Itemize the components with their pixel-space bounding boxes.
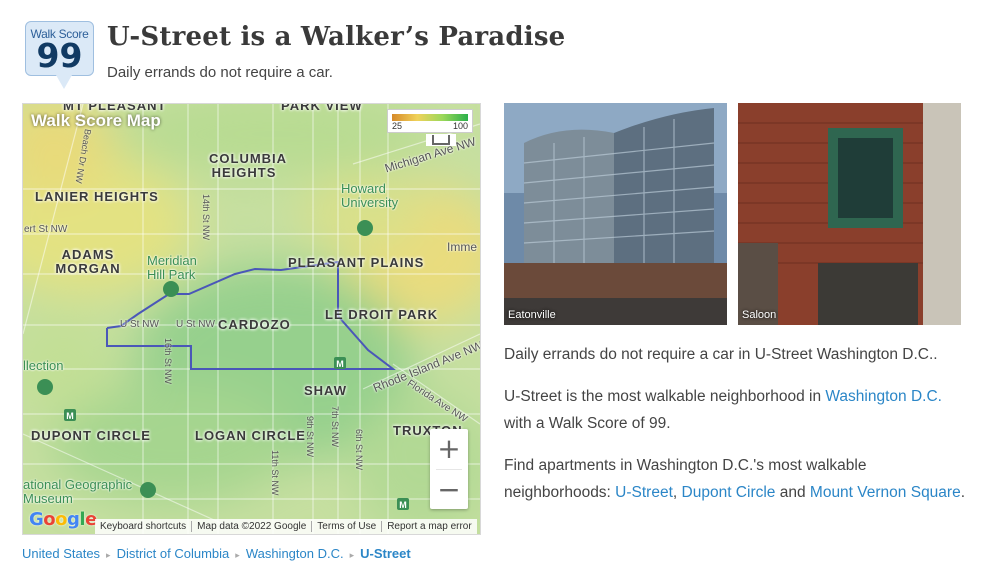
u-street-link[interactable]: U-Street — [615, 484, 673, 501]
map-label-cardozo: CARDOZO — [218, 317, 291, 332]
map-title: Walk Score Map — [31, 111, 161, 130]
walk-score-map[interactable]: M M M Walk Score Map 25 100 MT PLEASANT … — [22, 103, 481, 535]
map-label-lanier-heights: LANIER HEIGHTS — [35, 189, 159, 204]
map-label-dupont-circle: DUPONT CIRCLE — [31, 428, 151, 443]
description-paragraph-3: Find apartments in Washington D.C.'s mos… — [504, 457, 966, 501]
street-6th: 6th St NW — [354, 429, 364, 471]
breadcrumb-united-states[interactable]: United States — [22, 546, 100, 561]
map-label-le-droit-park: LE DROIT PARK — [325, 307, 439, 322]
map-place-illection: llection — [23, 358, 64, 373]
report-map-error-link[interactable]: Report a map error — [381, 521, 476, 532]
map-attribution: Keyboard shortcuts Map data ©2022 Google… — [95, 519, 477, 534]
svg-text:M: M — [336, 359, 344, 369]
map-label-shaw: SHAW — [304, 383, 347, 398]
street-9th: 9th St NW — [305, 416, 315, 458]
breadcrumb-district-of-columbia[interactable]: District of Columbia — [117, 546, 230, 561]
map-place-natgeo: ational Geographic Museum — [23, 477, 133, 506]
map-zoom-control: + − — [430, 429, 468, 509]
terms-of-use-link[interactable]: Terms of Use — [311, 521, 381, 532]
street-ert-st: ert St NW — [24, 224, 68, 235]
dupont-circle-link[interactable]: Dupont Circle — [682, 484, 776, 501]
map-label-adams-morgan: ADAMS MORGAN — [55, 247, 121, 276]
zoom-in-button[interactable]: + — [430, 429, 468, 469]
description-paragraph-1: Daily errands do not require a car in U-… — [504, 346, 938, 363]
page-title: U-Street is a Walker’s Paradise — [107, 22, 566, 52]
building-image — [738, 103, 961, 325]
breadcrumb-separator-icon: ▸ — [349, 550, 355, 560]
photo-saloon[interactable]: Saloon — [738, 103, 961, 325]
photo-eatonville[interactable]: Eatonville — [504, 103, 727, 325]
map-label-logan-circle: LOGAN CIRCLE — [195, 428, 306, 443]
mount-vernon-square-link[interactable]: Mount Vernon Square — [810, 484, 961, 501]
photo-caption-eatonville: Eatonville — [508, 309, 556, 321]
street-u-st-2: U St NW — [176, 319, 215, 330]
svg-text:M: M — [66, 411, 74, 421]
walk-score-badge: Walk Score 99 — [25, 21, 94, 89]
washington-dc-link[interactable]: Washington D.C. — [825, 388, 942, 405]
street-u-st-1: U St NW — [120, 319, 159, 330]
street-14th: 14th St NW — [201, 194, 211, 241]
legend-high: 100 — [452, 121, 468, 131]
building-image — [504, 103, 727, 325]
map-place-meridian: Meridian Hill Park — [147, 253, 197, 282]
legend-gradient — [392, 114, 468, 121]
page-subtitle: Daily errands do not require a car. — [107, 64, 333, 81]
breadcrumb-separator-icon: ▸ — [106, 550, 111, 560]
legend-low: 25 — [392, 121, 403, 131]
map-place-imme: Imme — [447, 240, 477, 254]
street-11th: 11th St NW — [270, 450, 280, 496]
breadcrumb-washington-dc[interactable]: Washington D.C. — [246, 546, 344, 561]
map-place-howard: Howard University — [341, 181, 399, 210]
map-label-mt-pleasant: MT PLEASANT — [63, 103, 167, 113]
zoom-out-button[interactable]: − — [430, 470, 468, 510]
breadcrumb-separator-icon: ▸ — [235, 550, 240, 560]
map-label-columbia-heights: COLUMBIA HEIGHTS — [209, 151, 288, 180]
svg-text:M: M — [399, 500, 407, 510]
google-logo: Google — [29, 509, 97, 530]
keyboard-shortcuts-link[interactable]: Keyboard shortcuts — [95, 521, 191, 532]
breadcrumb-current: U-Street — [360, 546, 411, 561]
badge-score: 99 — [36, 36, 83, 75]
map-data-text: Map data ©2022 Google — [191, 521, 311, 532]
photo-caption-saloon: Saloon — [742, 309, 777, 321]
breadcrumb: United States ▸ District of Columbia ▸ Washi… — [22, 546, 411, 561]
map-label-park-view: PARK VIEW — [281, 103, 363, 113]
map-label-pleasant-plains: PLEASANT PLAINS — [288, 255, 425, 270]
map-legend: 25 100 — [387, 109, 473, 133]
description-paragraph-2: U-Street is the most walkable neighborho… — [504, 388, 942, 432]
street-16th: 16th St NW — [163, 338, 173, 385]
street-7th: 7th St NW — [330, 406, 340, 448]
